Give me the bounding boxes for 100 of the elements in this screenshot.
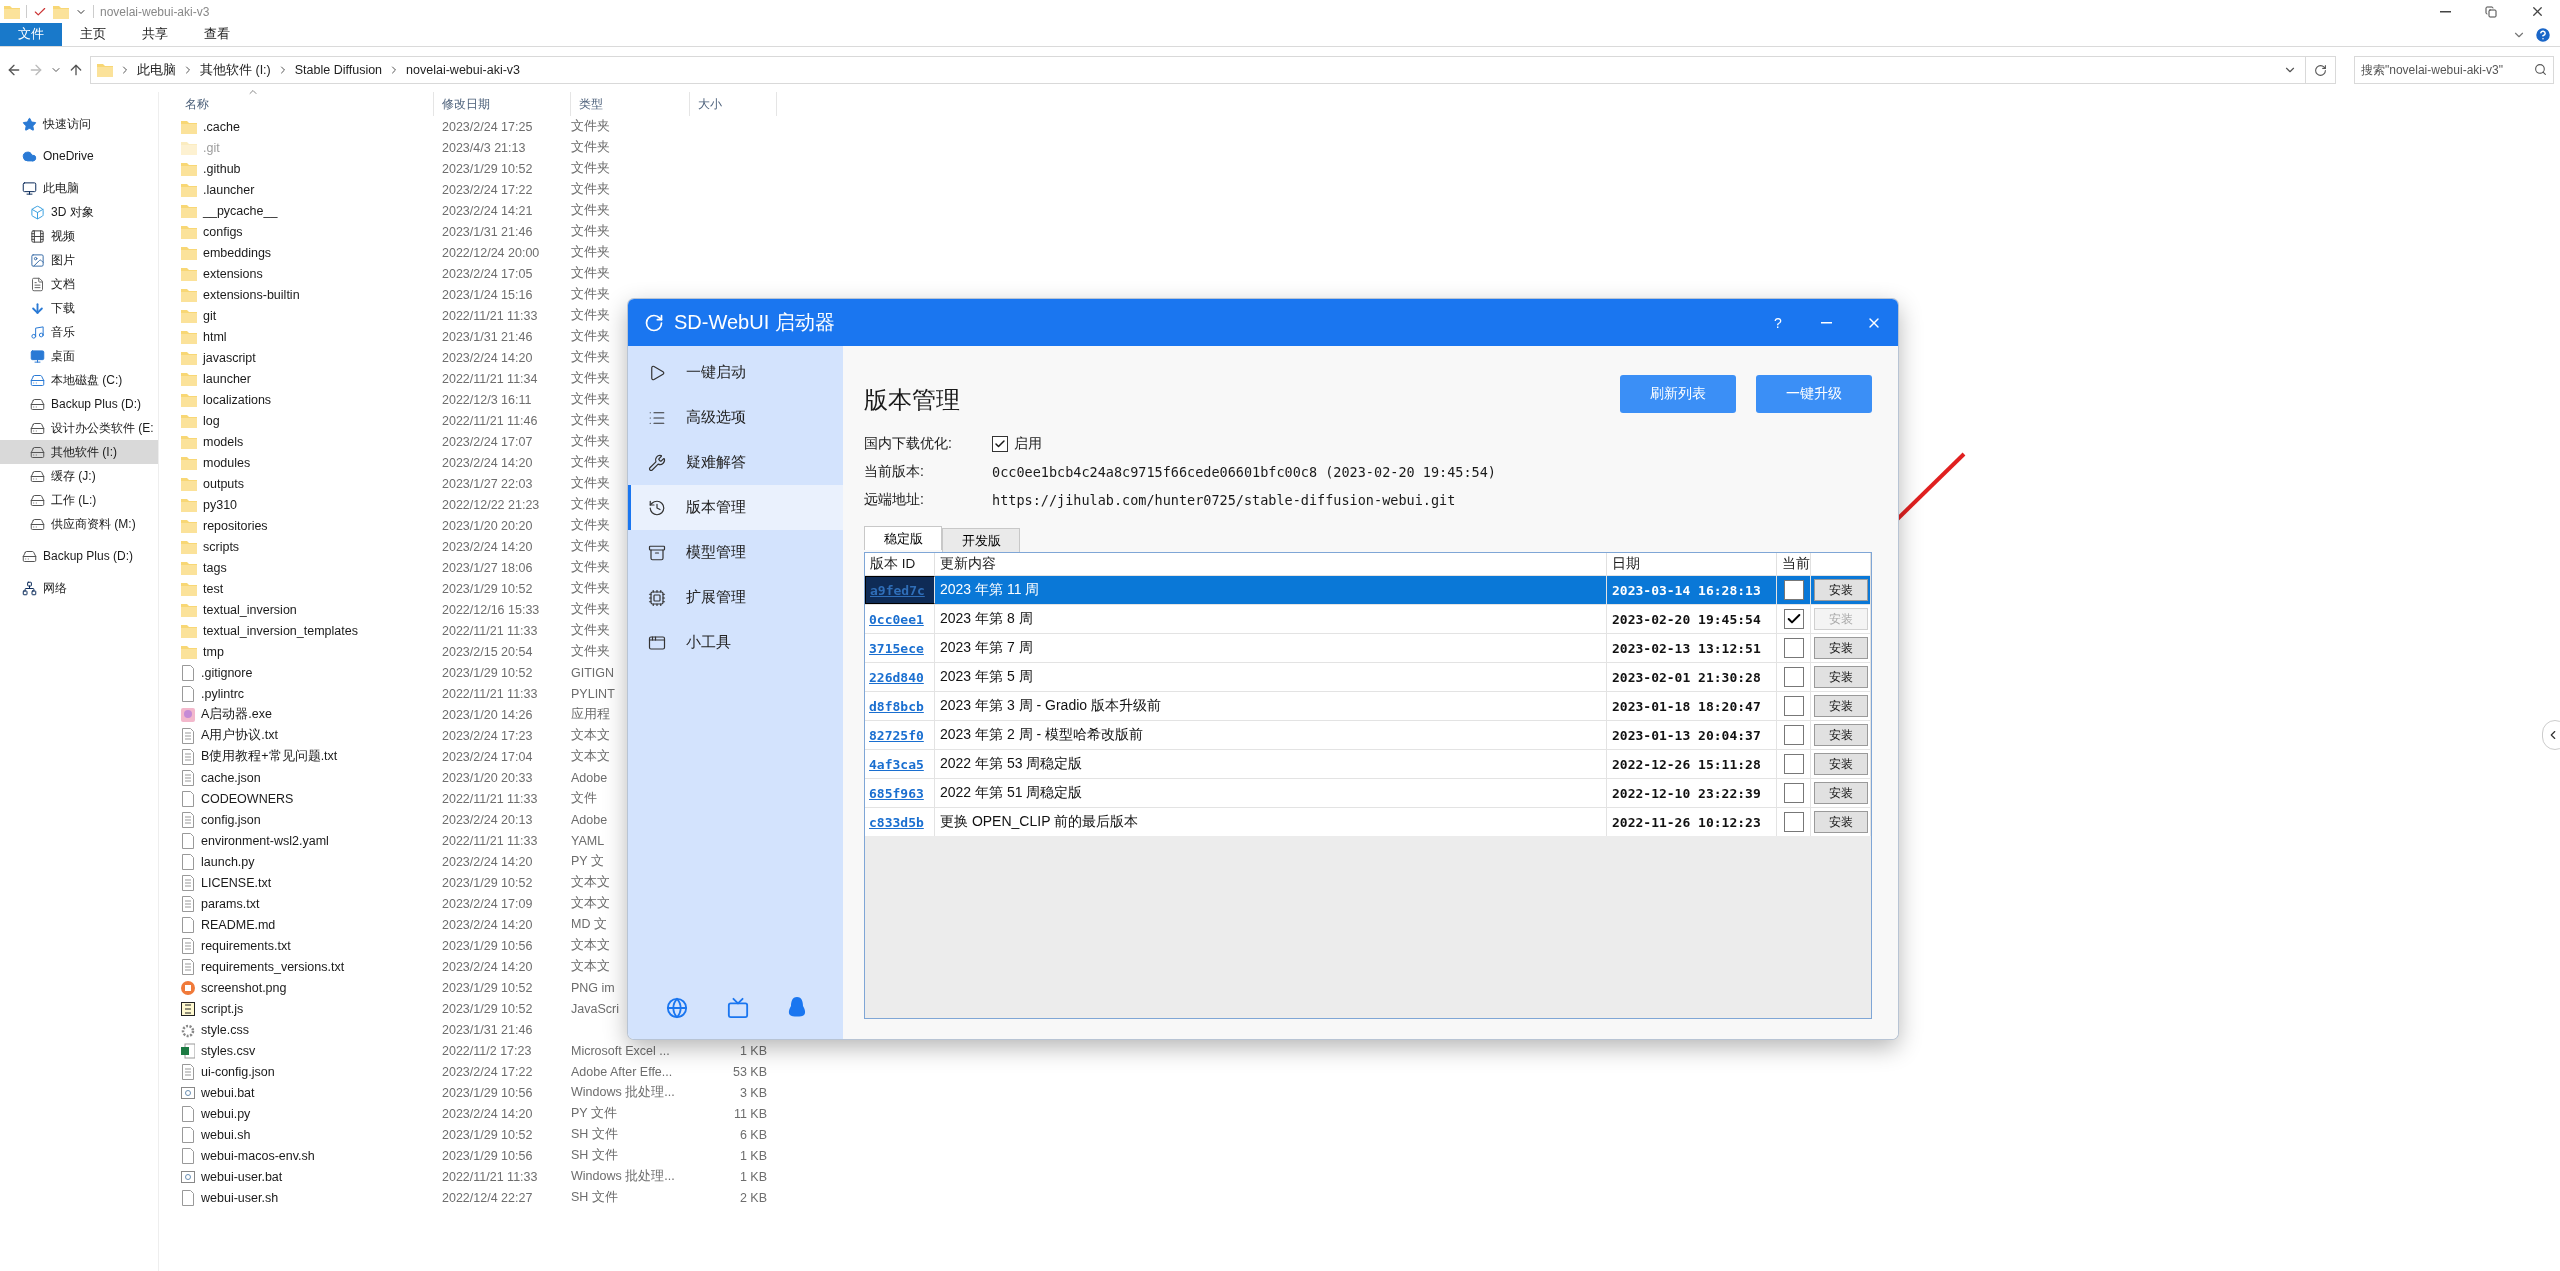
file-name[interactable]: javascript	[177, 350, 434, 365]
file-name[interactable]: .github	[177, 161, 434, 176]
file-name[interactable]: test	[177, 581, 434, 596]
breadcrumb[interactable]: novelai-webui-aki-v3	[406, 63, 521, 77]
file-name[interactable]: textual_inversion_templates	[177, 623, 434, 638]
tab[interactable]: 稳定版	[864, 526, 942, 550]
nav-item[interactable]: 桌面	[0, 344, 158, 368]
back-button[interactable]	[6, 62, 22, 78]
version-link[interactable]: 685f963	[869, 785, 924, 801]
checkbox[interactable]	[1783, 754, 1804, 774]
file-name[interactable]: extensions	[177, 266, 434, 281]
install-button[interactable]: 安装	[1813, 811, 1868, 833]
install-button[interactable]: 安装	[1813, 753, 1868, 775]
file-name[interactable]: A启动器.exe	[177, 706, 434, 723]
nav-item[interactable]: 快速访问	[0, 112, 158, 136]
tab[interactable]: 开发版	[942, 528, 1020, 552]
sidebar-item[interactable]: 小工具	[628, 620, 843, 665]
sidebar-item[interactable]: 疑难解答	[628, 440, 843, 485]
help-button[interactable]: ?	[1754, 299, 1802, 346]
sidebar-item[interactable]: 版本管理	[628, 485, 843, 530]
install-button[interactable]: 安装	[1813, 782, 1868, 804]
file-name[interactable]: .pylintrc	[177, 685, 434, 702]
install-button[interactable]: 安装	[1813, 724, 1868, 746]
nav-item[interactable]: 其他软件 (I:)	[0, 440, 158, 464]
nav-item[interactable]: 设计办公类软件 (E:	[0, 416, 158, 440]
up-button[interactable]	[68, 62, 84, 78]
file-name[interactable]: webui-user.bat	[177, 1168, 434, 1185]
file-menu-tab[interactable]: 文件	[0, 23, 62, 46]
breadcrumb[interactable]: 此电脑	[137, 61, 176, 79]
file-name[interactable]: ui-config.json	[177, 1063, 434, 1080]
file-name[interactable]: textual_inversion	[177, 602, 434, 617]
file-name[interactable]: README.md	[177, 916, 434, 933]
install-button[interactable]: 安装	[1813, 637, 1868, 659]
file-name[interactable]: .cache	[177, 119, 434, 134]
file-name[interactable]: embeddings	[177, 245, 434, 260]
file-name[interactable]: tmp	[177, 644, 434, 659]
checkbox[interactable]	[1783, 725, 1804, 745]
file-name[interactable]: styles.csv	[177, 1042, 434, 1059]
file-name[interactable]: webui.py	[177, 1105, 434, 1122]
file-name[interactable]: webui-macos-env.sh	[177, 1147, 434, 1164]
nav-item[interactable]: 此电脑	[0, 176, 158, 200]
version-link[interactable]: d8f8bcb	[869, 698, 924, 714]
version-link[interactable]: 82725f0	[869, 727, 924, 743]
file-name[interactable]: style.css	[177, 1021, 434, 1038]
checkbox[interactable]	[1783, 696, 1804, 716]
ribbon-tab[interactable]: 共享	[124, 23, 186, 46]
column-header[interactable]: 类型	[571, 92, 690, 116]
file-name[interactable]: launcher	[177, 371, 434, 386]
search-field[interactable]: 搜索"novelai-webui-aki-v3"	[2354, 56, 2554, 84]
file-name[interactable]: modules	[177, 455, 434, 470]
file-name[interactable]: py310	[177, 497, 434, 512]
file-name[interactable]: extensions-builtin	[177, 287, 434, 302]
ribbon-tab[interactable]: 查看	[186, 23, 248, 46]
nav-item[interactable]: Backup Plus (D:)	[0, 392, 158, 416]
nav-item[interactable]: 音乐	[0, 320, 158, 344]
file-name[interactable]: __pycache__	[177, 203, 434, 218]
nav-item[interactable]: 缓存 (J:)	[0, 464, 158, 488]
file-name[interactable]: webui.bat	[177, 1084, 434, 1101]
address-bar[interactable]: 此电脑 其他软件 (I:) Stable Diffusion novelai-webui-aki-v3	[90, 56, 2336, 84]
sidebar-item[interactable]: 扩展管理	[628, 575, 843, 620]
file-name[interactable]: script.js	[177, 1000, 434, 1017]
checkbox[interactable]	[1783, 580, 1804, 600]
version-link[interactable]: c833d5b	[869, 814, 924, 830]
ribbon-tab[interactable]: 主页	[62, 23, 124, 46]
version-link[interactable]: 226d840	[869, 669, 924, 685]
file-name[interactable]: screenshot.png	[177, 979, 434, 996]
install-button[interactable]: 安装	[1813, 666, 1868, 688]
file-name[interactable]: environment-wsl2.yaml	[177, 832, 434, 849]
sidebar-item[interactable]: 一键启动	[628, 350, 843, 395]
nav-item[interactable]: 网络	[0, 576, 158, 600]
file-name[interactable]: params.txt	[177, 895, 434, 912]
column-header[interactable]: 修改日期	[434, 92, 571, 116]
checkbox[interactable]	[992, 436, 1008, 452]
nav-item[interactable]: 下载	[0, 296, 158, 320]
nav-item[interactable]: 3D 对象	[0, 200, 158, 224]
column-header[interactable]: 大小	[690, 92, 777, 116]
sidebar-item[interactable]: 模型管理	[628, 530, 843, 575]
file-name[interactable]: models	[177, 434, 434, 449]
file-name[interactable]: LICENSE.txt	[177, 874, 434, 891]
file-name[interactable]: configs	[177, 224, 434, 239]
checkbox[interactable]	[1783, 638, 1804, 658]
file-name[interactable]: launch.py	[177, 853, 434, 870]
file-name[interactable]: repositories	[177, 518, 434, 533]
file-name[interactable]: scripts	[177, 539, 434, 554]
checkbox[interactable]	[1783, 783, 1804, 803]
file-name[interactable]: webui.sh	[177, 1126, 434, 1143]
file-name[interactable]: requirements_versions.txt	[177, 958, 434, 975]
checkbox[interactable]	[1783, 812, 1804, 832]
breadcrumb[interactable]: 其他软件 (I:)	[200, 61, 271, 79]
file-name[interactable]: webui-user.sh	[177, 1189, 434, 1206]
version-link[interactable]: 4af3ca5	[869, 756, 924, 772]
nav-item[interactable]: 本地磁盘 (C:)	[0, 368, 158, 392]
nav-item[interactable]: 文档	[0, 272, 158, 296]
nav-item[interactable]: 供应商资料 (M:)	[0, 512, 158, 536]
file-name[interactable]: A用户协议.txt	[177, 727, 434, 744]
file-name[interactable]: requirements.txt	[177, 937, 434, 954]
nav-item[interactable]: 工作 (L:)	[0, 488, 158, 512]
nav-item[interactable]: OneDrive	[0, 144, 158, 168]
checkbox[interactable]	[1783, 609, 1804, 629]
checkbox[interactable]	[1783, 667, 1804, 687]
